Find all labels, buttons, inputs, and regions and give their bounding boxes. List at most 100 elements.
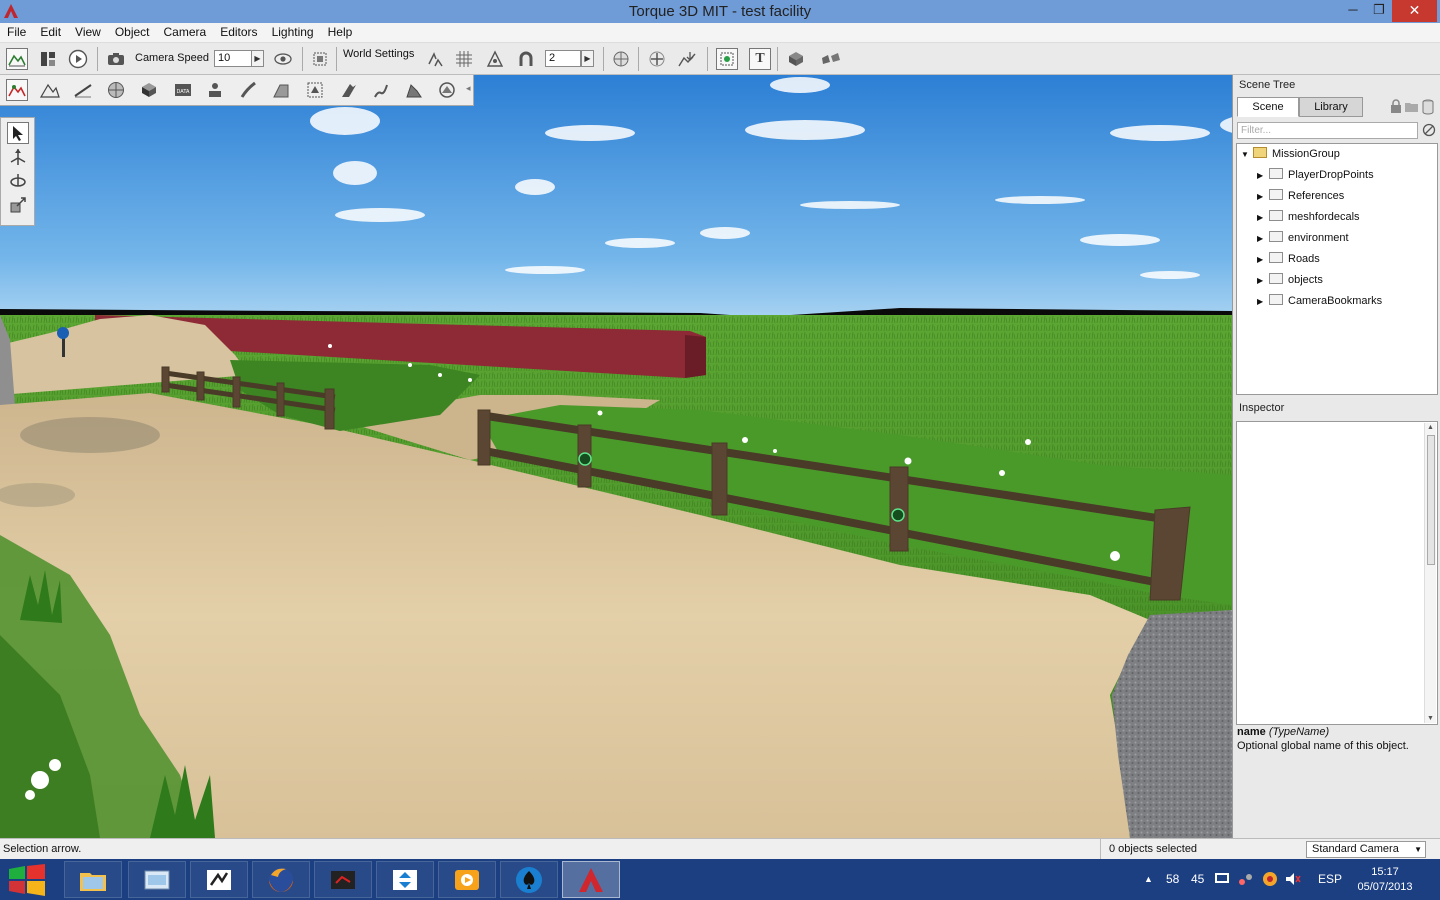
snap-terrain-icon[interactable] <box>424 48 446 70</box>
menu-view[interactable]: View <box>68 23 108 42</box>
particle-editor-icon[interactable] <box>204 79 226 101</box>
navmesh-editor-icon[interactable] <box>436 79 458 101</box>
gui-editor-icon[interactable] <box>37 48 59 70</box>
expand-arrow-icon[interactable]: ▶ <box>1257 230 1269 248</box>
expand-arrow-icon[interactable]: ▶ <box>1257 209 1269 227</box>
taskbar-torque-icon[interactable] <box>562 861 620 898</box>
maximize-button[interactable]: ❐ <box>1366 0 1392 22</box>
tree-item[interactable]: ▶ CameraBookmarks <box>1257 292 1382 310</box>
window-title: Torque 3D MIT - test facility <box>628 3 812 20</box>
taskbar-firefox-icon[interactable] <box>252 861 310 898</box>
rotate-tool-icon[interactable] <box>7 170 29 192</box>
tray-expand-icon[interactable]: ▲ <box>1144 859 1153 900</box>
camera-speed-input[interactable]: 10 <box>214 50 252 67</box>
taskbar-file-explorer-icon[interactable] <box>64 861 122 898</box>
snap-value-arrow-icon[interactable]: ▶ <box>581 50 594 67</box>
datablock-editor-icon[interactable]: DATA <box>172 79 194 101</box>
menu-object[interactable]: Object <box>108 23 157 42</box>
scroll-up-icon[interactable]: ▲ <box>1427 424 1434 431</box>
move-tool-icon[interactable] <box>7 146 29 168</box>
world-transform-icon[interactable] <box>646 48 668 70</box>
object-icons-toggle-icon[interactable] <box>716 48 738 70</box>
taskbar-control-panel-icon[interactable] <box>128 861 186 898</box>
close-button[interactable]: ✕ <box>1392 0 1437 22</box>
menu-file[interactable]: File <box>0 23 33 42</box>
sketch-tool-icon[interactable] <box>138 79 160 101</box>
expand-arrow-icon[interactable]: ▶ <box>1257 272 1269 290</box>
grid-snap-icon[interactable] <box>453 48 475 70</box>
object-text-toggle-icon[interactable]: T <box>749 48 771 70</box>
drop-object-icon[interactable] <box>676 48 698 70</box>
tree-item[interactable]: ▶ Roads <box>1257 250 1320 268</box>
scale-tool-icon[interactable] <box>7 194 29 216</box>
tray-display-icon[interactable] <box>1214 872 1230 886</box>
river-editor-icon[interactable] <box>370 79 392 101</box>
world-settings-label[interactable]: World Settings <box>343 48 414 60</box>
scroll-thumb[interactable] <box>1427 435 1435 565</box>
taskbar-media-icon[interactable] <box>314 861 372 898</box>
snap-value-input[interactable]: 2 <box>545 50 581 67</box>
minimize-button[interactable]: ─ <box>1340 0 1366 22</box>
tab-scene[interactable]: Scene <box>1237 97 1299 117</box>
lock-icon[interactable] <box>1390 99 1402 113</box>
tray-security-icon[interactable] <box>1262 871 1278 887</box>
fit-view-icon[interactable] <box>309 48 331 70</box>
taskbar-clock[interactable]: 15:17 05/07/2013 <box>1352 865 1418 895</box>
taskbar-app-icon[interactable] <box>190 861 248 898</box>
start-button-icon[interactable] <box>7 863 47 896</box>
material-editor-icon[interactable] <box>105 79 127 101</box>
tree-item[interactable]: ▶ objects <box>1257 271 1323 289</box>
expand-arrow-icon[interactable]: ▶ <box>1257 251 1269 269</box>
terrain-painter-icon[interactable] <box>72 79 94 101</box>
camera-icon[interactable] <box>105 48 127 70</box>
camera-select[interactable]: Standard Camera ▼ <box>1306 841 1426 858</box>
snap-bounds-icon[interactable] <box>484 48 506 70</box>
prefab-icon[interactable] <box>785 48 807 70</box>
inspector-scrollbar[interactable]: ▲ ▼ <box>1424 423 1436 723</box>
select-arrow-icon[interactable] <box>7 122 29 144</box>
expand-arrow-icon[interactable]: ▶ <box>1257 188 1269 206</box>
scene-viewport[interactable] <box>0 75 1232 838</box>
toolbar-collapse-icon[interactable]: ◂ <box>466 83 471 94</box>
convex-editor-icon[interactable] <box>403 79 425 101</box>
decal-editor-icon[interactable] <box>304 79 326 101</box>
menu-camera[interactable]: Camera <box>157 23 214 42</box>
scroll-down-icon[interactable]: ▼ <box>1427 715 1434 722</box>
visibility-eye-icon[interactable] <box>272 48 294 70</box>
expand-arrow-icon[interactable]: ▶ <box>1257 293 1269 311</box>
menu-editors[interactable]: Editors <box>213 23 264 42</box>
tab-library[interactable]: Library <box>1299 97 1363 117</box>
tree-item[interactable]: ▶ meshfordecals <box>1257 208 1360 226</box>
road-editor-icon[interactable] <box>237 79 259 101</box>
new-folder-icon[interactable] <box>1404 101 1419 113</box>
menu-help[interactable]: Help <box>321 23 360 42</box>
menu-lighting[interactable]: Lighting <box>265 23 321 42</box>
collapse-arrow-icon[interactable]: ▼ <box>1241 146 1253 164</box>
forest-editor-icon[interactable] <box>338 79 360 101</box>
world-editor-icon[interactable] <box>6 48 28 70</box>
object-editor-icon[interactable] <box>6 79 28 101</box>
tree-item-missiongroup[interactable]: ▼ MissionGroup <box>1241 145 1340 163</box>
play-game-icon[interactable] <box>67 48 89 70</box>
magnet-icon[interactable] <box>515 48 537 70</box>
clock-time: 15:17 <box>1371 866 1399 878</box>
taskbar-installer-icon[interactable] <box>376 861 434 898</box>
tree-item[interactable]: ▶ environment <box>1257 229 1349 247</box>
taskbar-player-icon[interactable] <box>438 861 496 898</box>
taskbar-spades-icon[interactable] <box>500 861 558 898</box>
tree-item[interactable]: ▶ PlayerDropPoints <box>1257 166 1374 184</box>
delete-icon[interactable] <box>1422 99 1434 115</box>
tray-language[interactable]: ESP <box>1318 859 1342 900</box>
filter-input[interactable]: Filter... <box>1237 122 1418 139</box>
tree-item[interactable]: ▶ References <box>1257 187 1344 205</box>
clear-filter-icon[interactable] <box>1422 123 1436 137</box>
tray-volume-icon[interactable] <box>1285 872 1301 886</box>
mesh-road-icon[interactable] <box>270 79 292 101</box>
camera-speed-arrow-icon[interactable]: ▶ <box>251 50 264 67</box>
menu-edit[interactable]: Edit <box>33 23 68 42</box>
terrain-editor-icon[interactable] <box>39 79 61 101</box>
tray-network-icon[interactable] <box>1238 872 1254 886</box>
object-center-icon[interactable] <box>610 48 632 70</box>
expand-arrow-icon[interactable]: ▶ <box>1257 167 1269 185</box>
prefab-explode-icon[interactable] <box>817 48 843 70</box>
